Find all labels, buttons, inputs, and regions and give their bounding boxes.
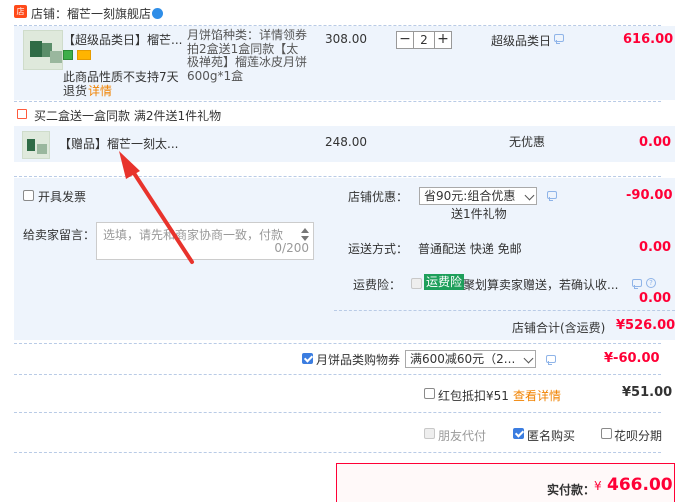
- arrow-shaft: [126, 162, 194, 264]
- annotation-arrow: [119, 151, 194, 264]
